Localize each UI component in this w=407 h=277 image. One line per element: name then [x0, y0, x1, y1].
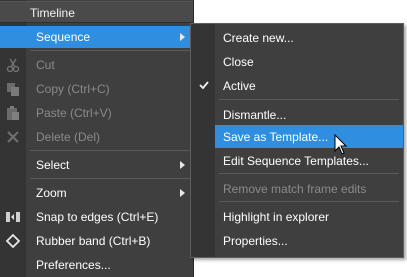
menu-separator: [219, 99, 399, 100]
submenu-arrow-icon: [180, 33, 185, 41]
menu-item-label: Highlight in explorer: [223, 210, 330, 224]
checkmark-icon: [199, 81, 209, 90]
menu-separator: [30, 50, 190, 51]
menu-item-sequence[interactable]: Sequence: [0, 26, 193, 48]
sequence-submenu: Create new... Close Active Dismantle... …: [190, 23, 404, 258]
menu-item-label: Copy (Ctrl+C): [36, 82, 110, 96]
menu-item-label: Select: [36, 158, 70, 172]
menu-separator: [219, 173, 399, 174]
submenu-item-active[interactable]: Active: [191, 74, 403, 97]
snap-icon: [6, 212, 20, 222]
menu-item-label: Preferences...: [36, 258, 111, 272]
menu-item-select[interactable]: Select: [0, 154, 193, 176]
delete-icon: [7, 131, 19, 143]
submenu-item-dismantle[interactable]: Dismantle...: [191, 103, 403, 126]
rubber-band-icon: [5, 233, 21, 249]
menu-item-rubber-band[interactable]: Rubber band (Ctrl+B): [0, 230, 193, 252]
menu-item-label: Zoom: [36, 186, 67, 200]
menu-item-label: Save as Template...: [223, 130, 329, 144]
menu-item-label: Cut: [36, 58, 55, 72]
submenu-arrow-icon: [180, 189, 185, 197]
menu-item-label: Delete (Del): [36, 130, 101, 144]
menu-item-label: Close: [223, 55, 254, 69]
submenu-item-save-as-template[interactable]: Save as Template...: [215, 125, 403, 148]
menu-item-label: Remove match frame edits: [223, 182, 367, 196]
menu-item-label: Rubber band (Ctrl+B): [36, 234, 151, 248]
menu-title-bar: Timeline: [0, 1, 193, 23]
menu-item-label: Edit Sequence Templates...: [223, 154, 369, 168]
menu-item-label: Create new...: [223, 31, 294, 45]
menu-item-label: Paste (Ctrl+V): [36, 106, 112, 120]
menu-item-preferences[interactable]: Preferences...: [0, 254, 193, 276]
menu-item-copy[interactable]: Copy (Ctrl+C): [0, 78, 193, 100]
menu-separator: [30, 150, 190, 151]
submenu-item-remove-match-frame-edits[interactable]: Remove match frame edits: [191, 177, 403, 200]
menu-item-label: Sequence: [36, 30, 91, 44]
menu-item-paste[interactable]: Paste (Ctrl+V): [0, 102, 193, 124]
menu-title: Timeline: [30, 6, 75, 20]
submenu-arrow-icon: [180, 161, 185, 169]
submenu-item-close[interactable]: Close: [191, 50, 403, 73]
menu-item-zoom[interactable]: Zoom: [0, 182, 193, 204]
menu-item-label: Active: [223, 79, 256, 93]
menu-item-snap-to-edges[interactable]: Snap to edges (Ctrl+E): [0, 206, 193, 228]
menu-item-label: Dismantle...: [223, 108, 287, 122]
menu-separator: [219, 201, 399, 202]
submenu-item-edit-sequence-templates[interactable]: Edit Sequence Templates...: [191, 149, 403, 172]
submenu-item-create-new[interactable]: Create new...: [191, 26, 403, 49]
submenu-item-highlight-in-explorer[interactable]: Highlight in explorer: [191, 205, 403, 228]
menu-separator: [30, 178, 190, 179]
menu-item-cut[interactable]: Cut: [0, 54, 193, 76]
menu-item-label: Properties...: [223, 234, 288, 248]
menu-item-label: Snap to edges (Ctrl+E): [36, 210, 159, 224]
mouse-cursor-icon: [334, 134, 348, 155]
menu-item-delete[interactable]: Delete (Del): [0, 126, 193, 148]
copy-icon: [7, 83, 19, 96]
submenu-item-properties[interactable]: Properties...: [191, 229, 403, 252]
timeline-menu: Timeline Sequence Cut Copy (Ctrl+C) Past…: [0, 0, 194, 277]
scissors-icon: [6, 58, 20, 73]
paste-icon: [7, 106, 19, 120]
